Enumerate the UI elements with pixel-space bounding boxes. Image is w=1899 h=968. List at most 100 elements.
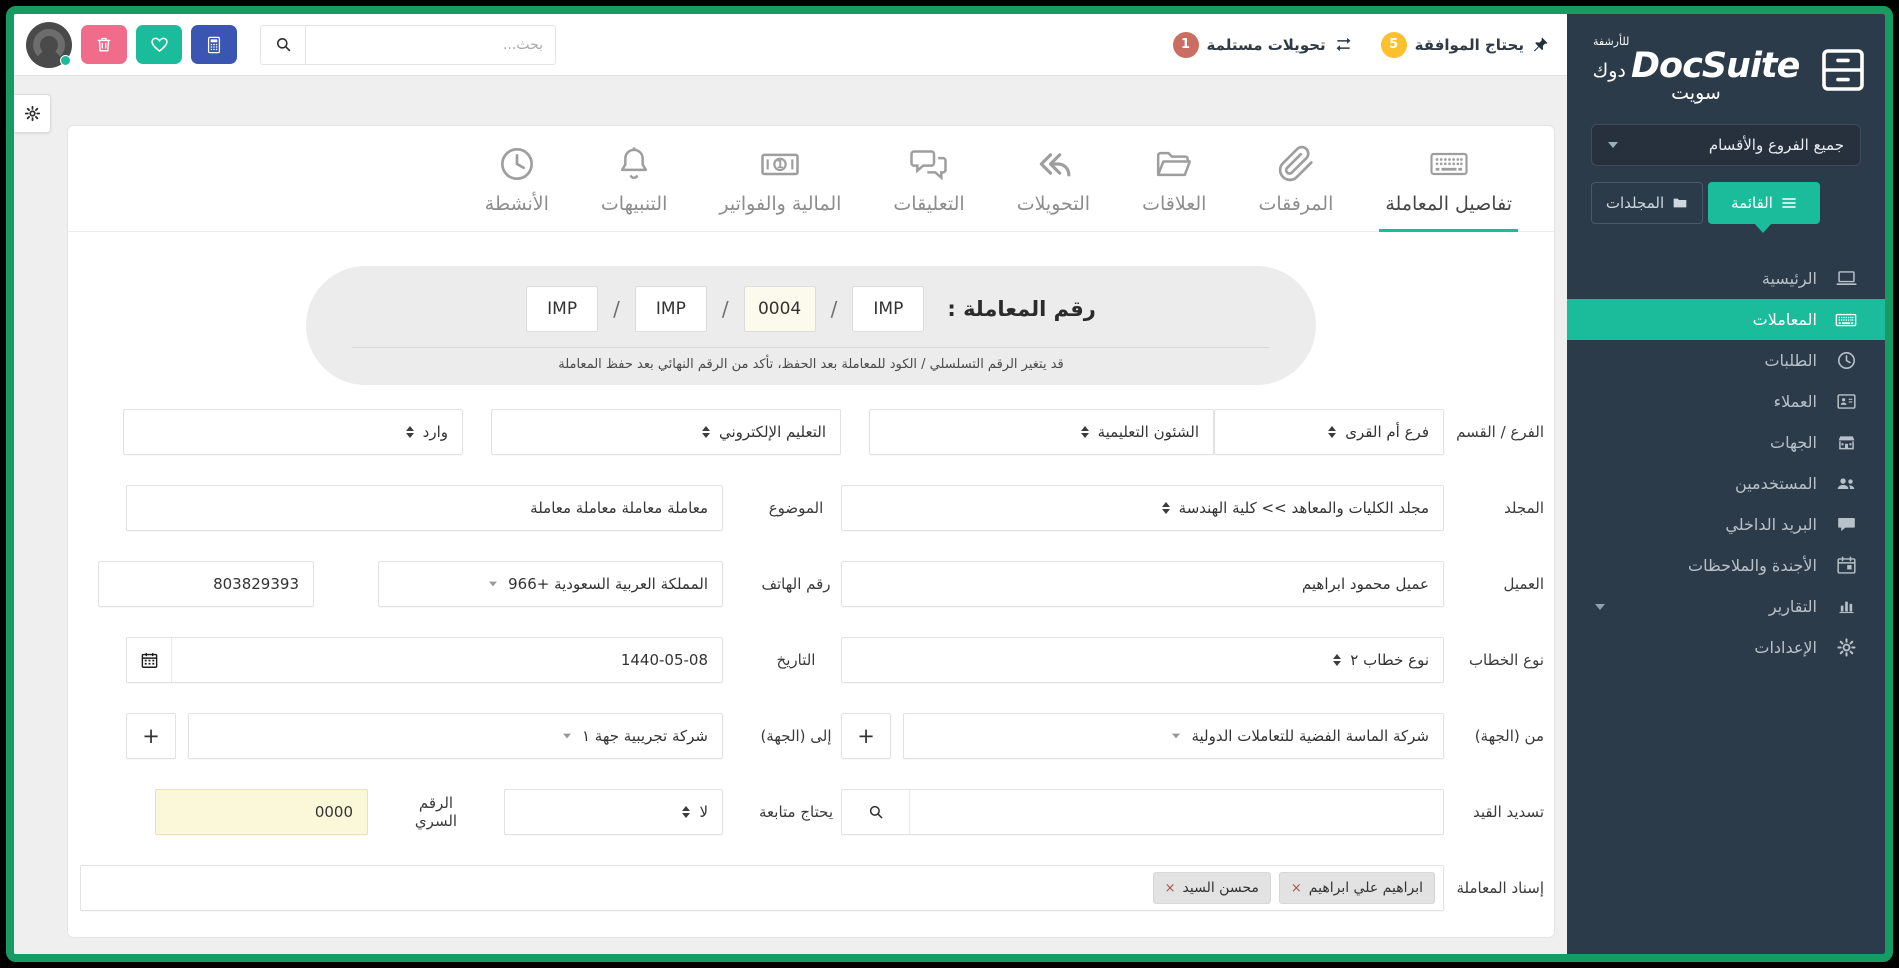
client-label: العميل — [1444, 575, 1544, 593]
clock-icon — [1835, 350, 1857, 372]
chevron-down-icon — [1608, 142, 1618, 148]
sidebar-item-transactions[interactable]: المعاملات — [1567, 299, 1885, 340]
transaction-number-label: رقم المعاملة : — [947, 297, 1096, 321]
branch-select[interactable]: فرع أم القرى — [1214, 409, 1444, 455]
form-row-from-to: من (الجهة) شركة الماسة الفضية للتعاملات … — [80, 713, 1544, 759]
calendar-picker-button[interactable] — [127, 638, 172, 682]
date-input[interactable] — [172, 638, 722, 682]
from-entity-group: شركة الماسة الفضية للتعاملات الدولية + — [841, 713, 1444, 759]
segment-separator: / — [831, 297, 838, 321]
search-button[interactable] — [260, 25, 306, 65]
paperclip-icon — [1276, 144, 1316, 184]
trash-button[interactable] — [81, 25, 127, 64]
secret-number-label: الرقم السري — [396, 794, 476, 830]
sidebar-item-clients[interactable]: العملاء — [1567, 381, 1885, 422]
settings-side-toggle[interactable] — [14, 94, 51, 133]
folder-select[interactable]: مجلد الكليات والمعاهد >> كلية الهندسة — [841, 485, 1444, 531]
direction-select[interactable]: وارد — [123, 409, 463, 455]
tab-activities[interactable]: الأنشطة — [479, 142, 555, 232]
tab-comments[interactable]: التعليقات — [887, 142, 970, 232]
followup-select[interactable]: لا — [504, 789, 723, 835]
sidebar-item-requests[interactable]: الطلبات — [1567, 340, 1885, 381]
followup-value: لا — [699, 803, 708, 821]
sort-arrows-icon — [406, 426, 414, 438]
search-input[interactable] — [306, 25, 556, 65]
global-search — [260, 25, 556, 65]
folders-button[interactable]: المجلدات — [1591, 182, 1703, 224]
sidebar-item-entities[interactable]: الجهات — [1567, 422, 1885, 463]
client-input[interactable] — [841, 561, 1444, 607]
logo-title: DocSuite — [1631, 46, 1799, 86]
transfers-count-badge[interactable]: 1 — [1173, 32, 1199, 58]
keyboard-icon — [1429, 144, 1469, 184]
phone-input[interactable] — [98, 561, 314, 607]
tab-label: المالية والفواتير — [719, 193, 841, 215]
sidebar-item-label: الطلبات — [1764, 351, 1817, 370]
remove-tag-icon[interactable]: × — [1291, 881, 1302, 896]
phone-label: رقم الهاتف — [751, 575, 841, 593]
tab-bar: تفاصيل المعاملة المرفقات العلاقات التحوي… — [68, 126, 1554, 232]
tab-label: تفاصيل المعاملة — [1385, 193, 1512, 215]
branch-select-value: فرع أم القرى — [1345, 423, 1429, 441]
calendar-icon — [1835, 555, 1857, 577]
menu-list-button-label: القائمة — [1731, 194, 1773, 212]
entry-search-button[interactable] — [842, 790, 910, 834]
users-icon — [1835, 473, 1857, 495]
remove-tag-icon[interactable]: × — [1165, 881, 1176, 896]
sort-arrows-icon — [1333, 654, 1341, 666]
sidebar-item-agenda[interactable]: الأجندة والملاحظات — [1567, 545, 1885, 586]
calculator-button[interactable] — [191, 25, 237, 64]
tab-transfers[interactable]: التحويلات — [1011, 142, 1096, 232]
assignees-field[interactable]: × ابراهيم علي ابراهيم × محسن السيد — [80, 865, 1444, 911]
branch-filter-label: جميع الفروع والأقسام — [1709, 136, 1844, 154]
from-entity-select[interactable]: شركة الماسة الفضية للتعاملات الدولية — [903, 713, 1444, 759]
transaction-segment-serial[interactable]: 0004 — [744, 286, 816, 332]
sub-department-select[interactable]: التعليم الإلكتروني — [491, 409, 841, 455]
add-from-entity-button[interactable]: + — [841, 713, 891, 759]
sidebar-item-label: المعاملات — [1753, 310, 1817, 329]
entry-settlement-input[interactable] — [910, 790, 1443, 834]
tab-finance[interactable]: 1 المالية والفواتير — [713, 142, 847, 232]
phone-country-select[interactable]: المملكة العربية السعودية +966 — [378, 561, 723, 607]
to-entity-value: شركة تجريبية جهة ١ — [582, 727, 708, 745]
tab-transaction-details[interactable]: تفاصيل المعاملة — [1379, 142, 1518, 232]
transfers-label[interactable]: تحويلات مستلمة — [1207, 36, 1326, 54]
subject-input[interactable] — [126, 485, 723, 531]
secret-number-input[interactable] — [155, 789, 368, 835]
sidebar-item-settings[interactable]: الإعدادات — [1567, 627, 1885, 668]
tab-alerts[interactable]: التنبيهات — [595, 142, 673, 232]
to-entity-group: شركة تجريبية جهة ١ + — [126, 713, 723, 759]
clock-icon — [497, 144, 537, 184]
app-window: للأرشفة DocSuite دوك سويت جميع الفروع وا… — [0, 0, 1899, 968]
form-row-assignment: إسناد المعاملة × ابراهيم علي ابراهيم × م… — [80, 865, 1544, 911]
tab-label: التعليقات — [893, 193, 964, 215]
assignee-tag: × محسن السيد — [1153, 872, 1271, 904]
sub-department-select-value: التعليم الإلكتروني — [719, 423, 826, 441]
menu-list-button[interactable]: القائمة — [1708, 182, 1820, 224]
approvals-count-badge[interactable]: 5 — [1381, 32, 1407, 58]
tab-attachments[interactable]: المرفقات — [1252, 142, 1339, 232]
tab-relations[interactable]: العلاقات — [1136, 142, 1212, 232]
sidebar-item-reports[interactable]: التقارير — [1567, 586, 1885, 627]
assignee-name: ابراهيم علي ابراهيم — [1309, 880, 1423, 896]
sidebar-item-label: المستخدمين — [1735, 474, 1817, 493]
chevron-down-icon — [1595, 604, 1605, 610]
sidebar-item-internal-mail[interactable]: البريد الداخلي — [1567, 504, 1885, 545]
favorites-button[interactable] — [136, 25, 182, 64]
to-entity-select[interactable]: شركة تجريبية جهة ١ — [188, 713, 723, 759]
tab-label: التنبيهات — [601, 193, 667, 215]
add-to-entity-button[interactable]: + — [126, 713, 176, 759]
from-entity-value: شركة الماسة الفضية للتعاملات الدولية — [1191, 727, 1429, 745]
sidebar-item-users[interactable]: المستخدمين — [1567, 463, 1885, 504]
chevron-down-icon — [563, 734, 571, 739]
sidebar-item-home[interactable]: الرئيسية — [1567, 258, 1885, 299]
user-avatar[interactable] — [26, 22, 72, 68]
pin-icon — [1532, 36, 1549, 53]
approvals-label[interactable]: يحتاج الموافقة — [1415, 36, 1524, 54]
letter-type-select[interactable]: نوع خطاب ٢ — [841, 637, 1444, 683]
department-select[interactable]: الشئون التعليمية — [869, 409, 1214, 455]
branch-filter-dropdown[interactable]: جميع الفروع والأقسام — [1591, 124, 1861, 166]
topbar: 1 تحويلات مستلمة 5 يحتاج الموافقة — [14, 14, 1567, 76]
folder-select-value: مجلد الكليات والمعاهد >> كلية الهندسة — [1179, 499, 1429, 517]
folders-button-label: المجلدات — [1606, 194, 1664, 212]
